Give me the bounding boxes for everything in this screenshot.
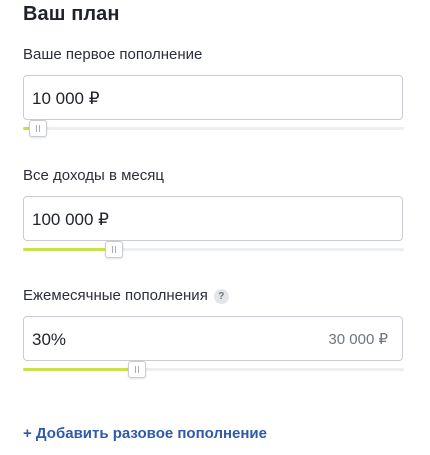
slider-handle[interactable] xyxy=(105,241,124,258)
slider-handle[interactable] xyxy=(128,361,147,378)
first-deposit-value: 10 000 ₽ xyxy=(32,89,100,108)
plan-section: Ваш план Ваше первое пополнение 10 000 ₽… xyxy=(0,0,430,455)
monthly-income-value: 100 000 ₽ xyxy=(32,210,109,229)
monthly-deposits-slider[interactable] xyxy=(23,361,404,379)
monthly-deposits-label: Ежемесячные пополнения? xyxy=(23,286,229,306)
first-deposit-slider[interactable] xyxy=(23,120,404,138)
first-deposit-input[interactable]: 10 000 ₽ xyxy=(23,75,403,120)
monthly-income-input[interactable]: 100 000 ₽ xyxy=(23,196,403,241)
first-deposit-label: Ваше первое пополнение xyxy=(23,46,203,63)
monthly-deposits-label-text: Ежемесячные пополнения xyxy=(23,287,208,304)
monthly-deposits-amount: 30 000 ₽ xyxy=(328,331,388,348)
monthly-deposits-input[interactable]: 30% 30 000 ₽ xyxy=(23,316,403,361)
slider-track xyxy=(23,127,404,130)
monthly-income-label: Все доходы в месяц xyxy=(23,167,164,184)
slider-fill xyxy=(23,248,115,251)
slider-fill xyxy=(23,368,138,371)
monthly-income-slider[interactable] xyxy=(23,241,404,259)
slider-handle[interactable] xyxy=(29,120,48,137)
monthly-deposits-percent: 30% xyxy=(32,330,67,349)
add-one-time-deposit-link[interactable]: + Добавить разовое пополнение xyxy=(23,424,267,444)
plan-title: Ваш план xyxy=(23,3,120,25)
question-icon[interactable]: ? xyxy=(213,289,229,304)
